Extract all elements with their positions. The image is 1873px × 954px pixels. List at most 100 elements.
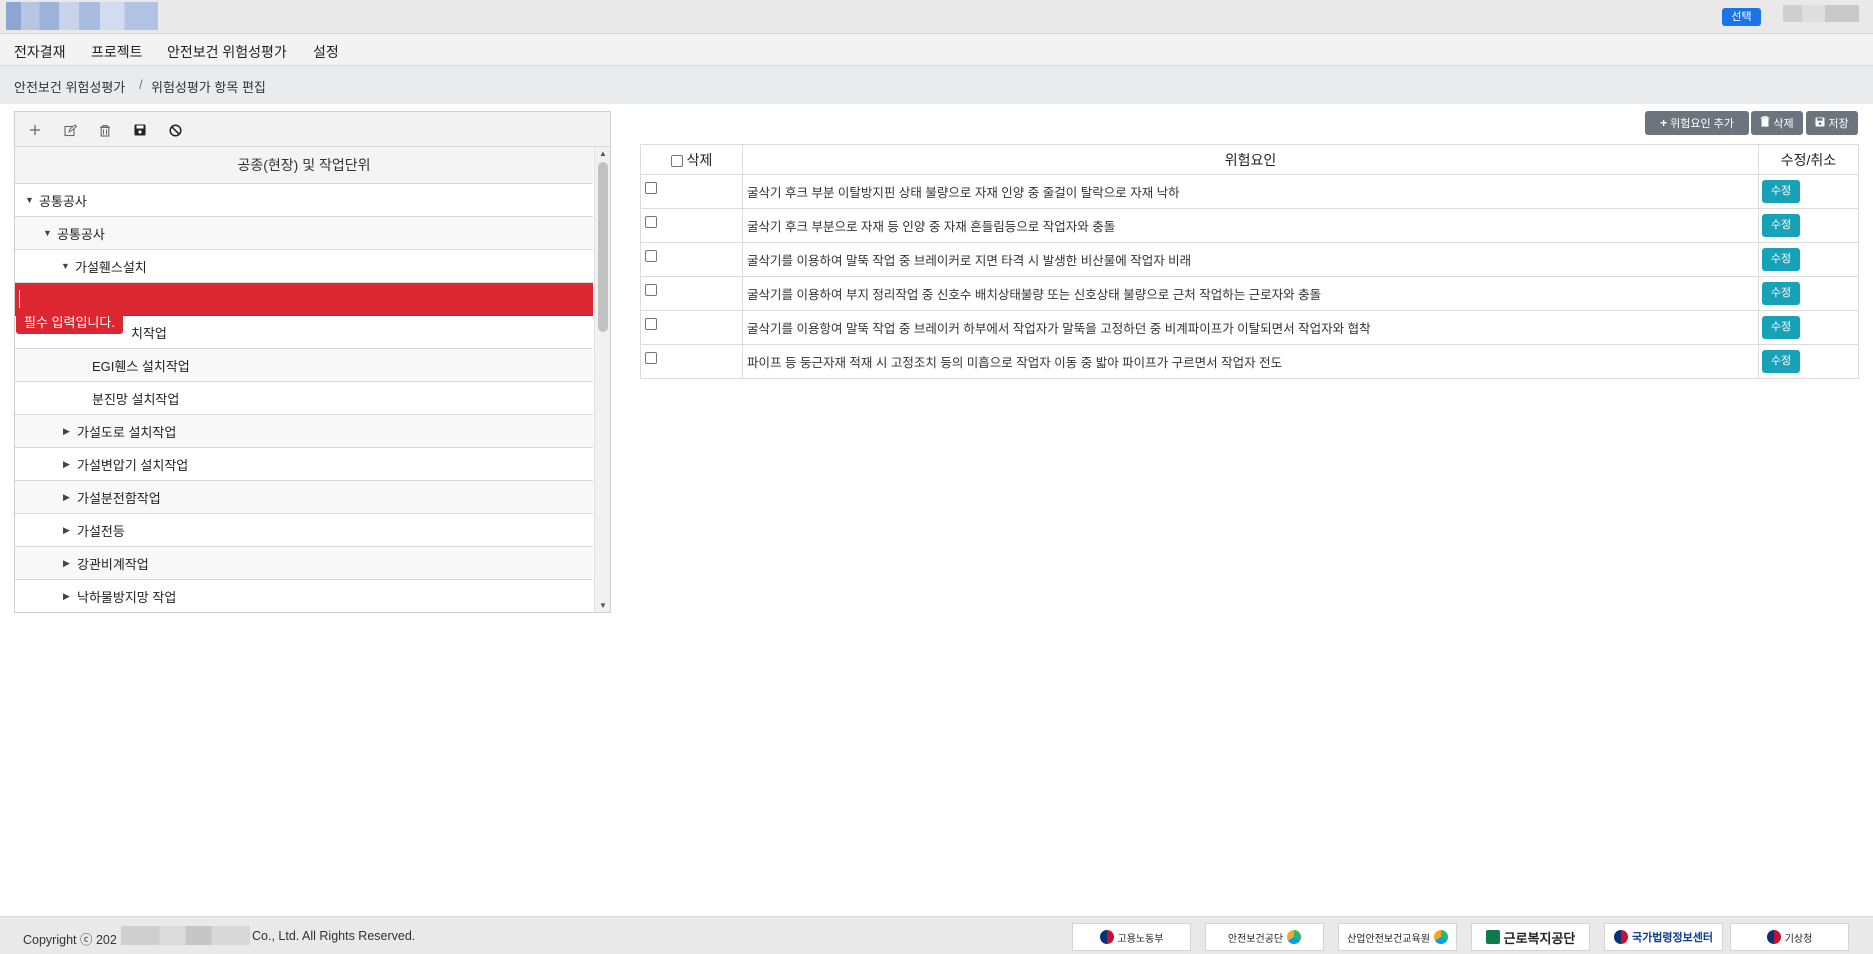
row-checkbox[interactable] (645, 283, 657, 296)
table-row: 굴삭기 후크 부분 이탈방지핀 상태 불량으로 자재 인양 중 줄걸이 탈락으로… (640, 174, 1859, 209)
collapsed-caret-icon[interactable]: ▶ (63, 525, 77, 536)
logo-law-center[interactable]: 국가법령정보센터 (1604, 923, 1723, 951)
edit-button[interactable]: 수정 (1762, 214, 1800, 237)
edit-button[interactable]: 수정 (1762, 316, 1800, 339)
row-checkbox[interactable] (645, 351, 657, 364)
select-all-checkbox[interactable] (670, 154, 683, 167)
menu-item-settings[interactable]: 설정 (313, 42, 339, 62)
breadcrumb-parent[interactable]: 안전보건 위험성평가 (14, 77, 125, 96)
tree-scrollbar[interactable]: ▲ ▼ (594, 147, 610, 612)
tree-node[interactable]: ▼ 공통공사 (15, 217, 593, 250)
edit-button[interactable]: 수정 (1762, 282, 1800, 305)
tree-node-label: 치작업 (131, 325, 167, 341)
tree-node[interactable]: ▶ 강관비계작업 (15, 547, 593, 580)
row-checkbox[interactable] (645, 249, 657, 262)
risk-factor-text: 굴삭기를 이용하여 말뚝 작업 중 브레이커로 지면 타격 시 발생한 비산물에… (742, 242, 1759, 277)
tree-node[interactable]: ▶ 가설전등 (15, 514, 593, 547)
company-name-redacted (121, 926, 250, 945)
tree-node-label: 공통공사 (57, 226, 105, 242)
taegeuk-icon (1099, 930, 1114, 944)
save-button[interactable]: 저장 (1806, 111, 1858, 135)
collapsed-caret-icon[interactable]: ▶ (63, 492, 77, 503)
top-bar: 선택 (0, 0, 1873, 34)
tree-column-header: 공종(현장) 및 작업단위 (15, 147, 593, 184)
risk-factor-text: 굴삭기 후크 부분 이탈방지핀 상태 불량으로 자재 인양 중 줄걸이 탈락으로… (742, 174, 1759, 209)
tree-node[interactable]: ▶ 가설분전함작업 (15, 481, 593, 514)
risk-factor-text: 굴삭기를 이용항여 말뚝 작업 중 브레이커 하부에서 작업자가 말뚝을 고정하… (742, 310, 1759, 345)
table-row: 굴삭기를 이용하여 부지 정리작업 중 신호수 배치상태불량 또는 신호상태 불… (640, 276, 1859, 311)
kosha-mark-icon (1287, 930, 1302, 944)
collapsed-caret-icon[interactable]: ▶ (63, 459, 77, 470)
menu-item-approval[interactable]: 전자결재 (14, 42, 66, 62)
delete-header-label: 삭제 (686, 151, 713, 168)
tree-node[interactable]: ▶ 가설변압기 설치작업 (15, 448, 593, 481)
save-label: 저장 (1828, 118, 1849, 130)
row-checkbox[interactable] (645, 181, 657, 194)
edit-button[interactable]: 수정 (1762, 248, 1800, 271)
tree-node-label: 가설휀스설치 (75, 259, 147, 275)
expanded-caret-icon[interactable]: ▼ (61, 261, 75, 271)
edit-icon[interactable] (60, 120, 80, 140)
tree-node-label: 가설전등 (77, 523, 125, 539)
logo-kma[interactable]: 기상청 (1730, 923, 1849, 951)
delete-button[interactable]: 삭제 (1751, 111, 1803, 135)
edit-button[interactable]: 수정 (1762, 350, 1800, 373)
tree-node[interactable]: ▼ 가설휀스설치 (15, 250, 593, 283)
plus-icon: + (1660, 116, 1668, 130)
tree-node-label: 가설도로 설치작업 (77, 424, 177, 440)
logo-moel[interactable]: 고용노동부 (1072, 923, 1191, 951)
risk-factor-text: 파이프 등 둥근자재 적재 시 고정조치 등의 미흡으로 작업자 이동 중 밟아… (742, 344, 1759, 379)
save-icon (1815, 117, 1825, 130)
table-row: 굴삭기 후크 부분으로 자재 등 인양 중 자재 흔들림등으로 작업자와 충돌 … (640, 208, 1859, 243)
trash-icon[interactable] (95, 120, 115, 140)
tree-node-label: 가설변압기 설치작업 (77, 457, 189, 473)
logo-label: 근로복지공단 (1503, 930, 1576, 946)
scroll-up-arrow-icon[interactable]: ▲ (595, 147, 610, 161)
tree-node[interactable]: ▶ 낙하물방지망 작업 (15, 580, 593, 612)
table-row: 파이프 등 둥근자재 적재 시 고정조치 등의 미흡으로 작업자 이동 중 밟아… (640, 344, 1859, 379)
validation-error-tooltip: 필수 입력입니다. (16, 311, 123, 334)
tree-node-label: EGI휀스 설치작업 (92, 358, 190, 374)
footer: Copyright ⓒ 202 Co., Ltd. All Rights Res… (0, 916, 1873, 954)
table-header-row: 삭제 위험요인 수정/취소 (640, 144, 1859, 175)
taegeuk-icon (1614, 930, 1629, 944)
logo-label: 안전보건공단 (1227, 933, 1284, 945)
tree-node[interactable]: ▼ 공통공사 (15, 184, 593, 217)
comwel-mark-icon (1485, 930, 1500, 944)
collapsed-caret-icon[interactable]: ▶ (63, 591, 77, 602)
tree-node-label: 공통공사 (39, 193, 87, 209)
tree-node-name-input[interactable] (19, 290, 579, 308)
expanded-caret-icon[interactable]: ▼ (25, 195, 39, 205)
menu-item-risk-assessment[interactable]: 안전보건 위험성평가 (167, 42, 287, 62)
logo-kosha-edu[interactable]: 산업안전보건교육원 (1338, 923, 1457, 951)
row-checkbox[interactable] (645, 215, 657, 228)
cancel-icon[interactable] (165, 120, 185, 140)
trash-icon (1760, 116, 1770, 130)
app-logo[interactable] (6, 2, 158, 30)
select-button[interactable]: 선택 (1722, 8, 1761, 26)
tree-panel: 공종(현장) 및 작업단위 ▼ 공통공사 ▼ 공통공사 ▼ 가설휀스설치 치작업… (14, 111, 611, 613)
table-row: 굴삭기를 이용항여 말뚝 작업 중 브레이커 하부에서 작업자가 말뚝을 고정하… (640, 310, 1859, 345)
logo-comwel[interactable]: 근로복지공단 (1471, 923, 1590, 951)
expanded-caret-icon[interactable]: ▼ (43, 228, 57, 238)
delete-column-header: 삭제 (640, 144, 743, 175)
tree-node[interactable]: 분진망 설치작업 (15, 382, 593, 415)
edit-button[interactable]: 수정 (1762, 180, 1800, 203)
scroll-thumb[interactable] (598, 162, 608, 332)
breadcrumb-separator: / (139, 77, 143, 92)
add-icon[interactable] (25, 120, 45, 140)
add-risk-button[interactable]: + 위험요인 추가 (1645, 111, 1749, 135)
tree-node[interactable]: EGI휀스 설치작업 (15, 349, 593, 382)
tree-node[interactable]: ▶ 가설도로 설치작업 (15, 415, 593, 448)
logo-kosha[interactable]: 안전보건공단 (1205, 923, 1324, 951)
tree-node-label: 강관비계작업 (77, 556, 149, 572)
collapsed-caret-icon[interactable]: ▶ (63, 426, 77, 437)
menu-item-project[interactable]: 프로젝트 (91, 42, 143, 62)
breadcrumb: 안전보건 위험성평가 / 위험성평가 항목 편집 (0, 66, 1873, 104)
scroll-down-arrow-icon[interactable]: ▼ (595, 599, 610, 612)
user-info[interactable] (1783, 5, 1859, 22)
save-icon[interactable] (130, 120, 150, 140)
row-checkbox[interactable] (645, 317, 657, 330)
main-menu: 전자결재 프로젝트 안전보건 위험성평가 설정 (0, 34, 1873, 66)
collapsed-caret-icon[interactable]: ▶ (63, 558, 77, 569)
